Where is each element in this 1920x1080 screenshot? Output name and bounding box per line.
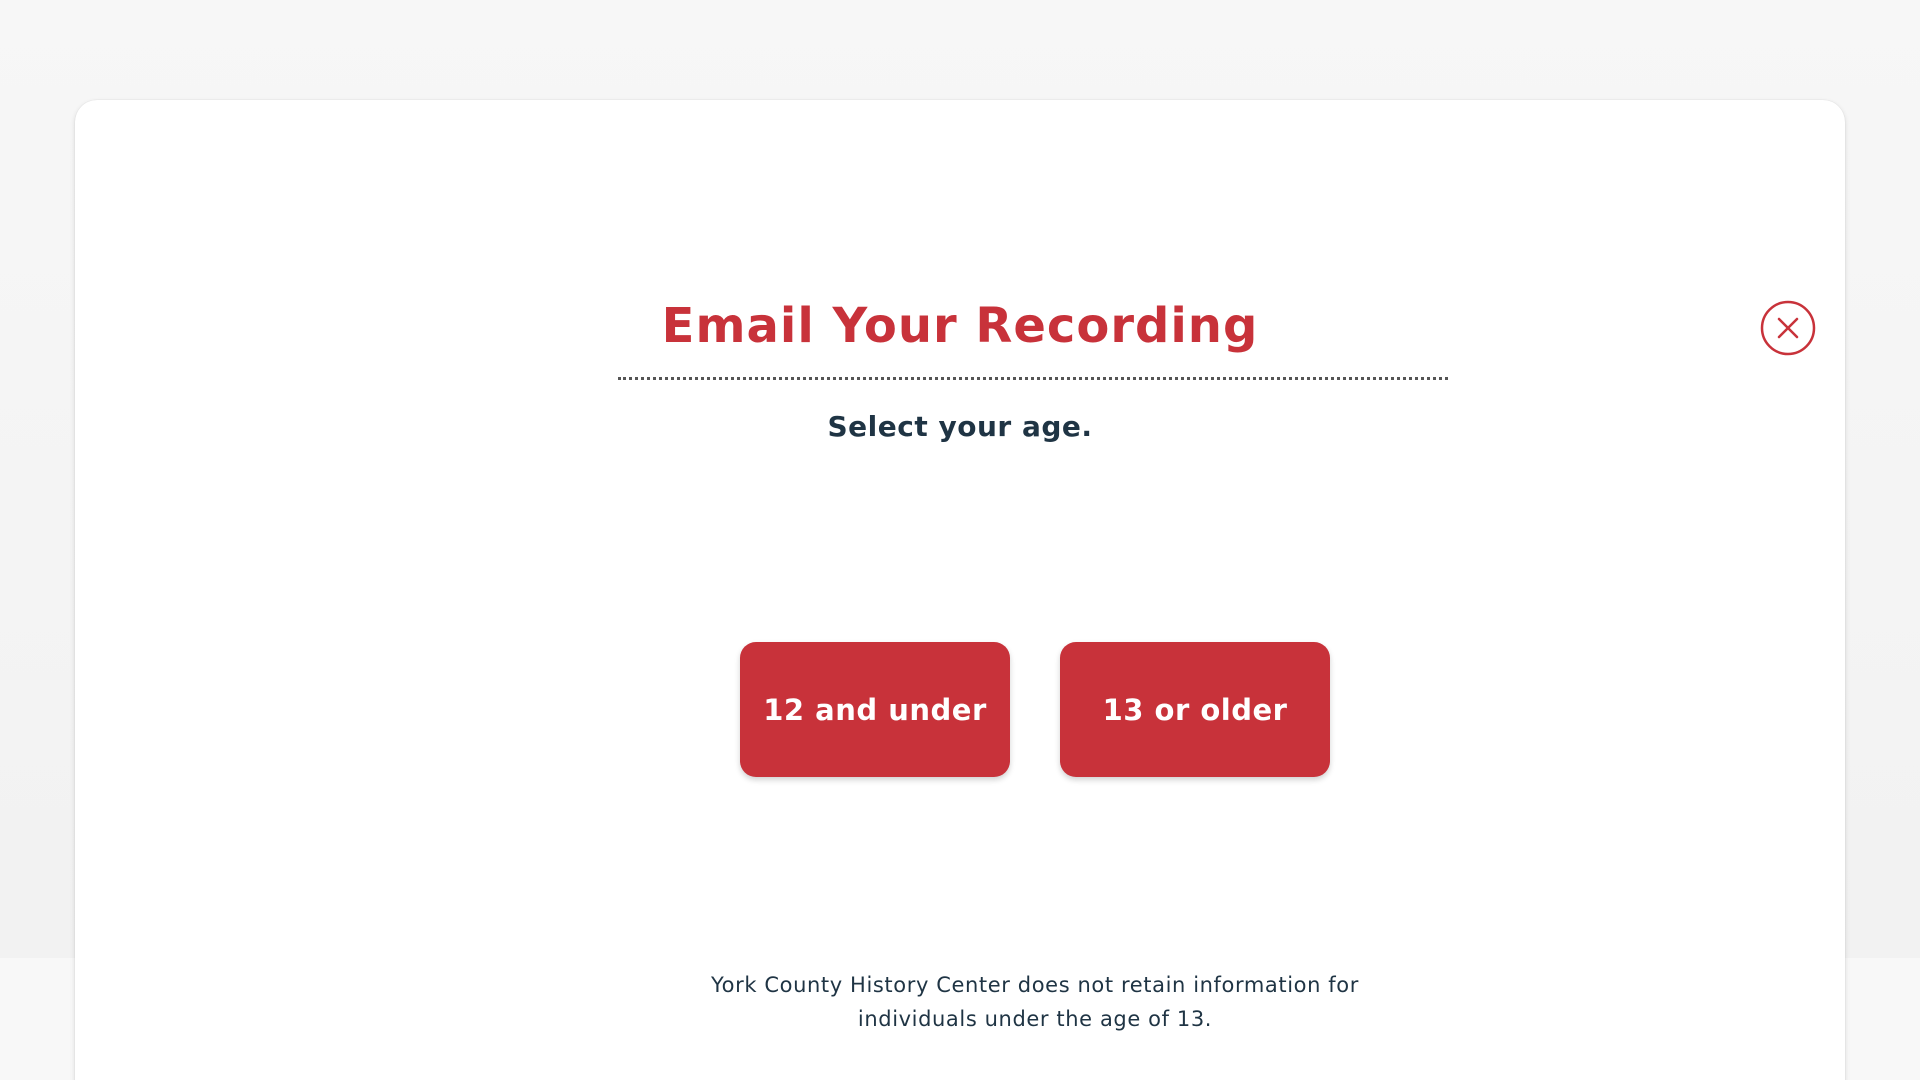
- close-circle-icon: [1760, 300, 1816, 356]
- title-divider: [618, 377, 1448, 380]
- modal-subtitle: Select your age.: [827, 410, 1093, 443]
- age-13-or-older-button[interactable]: 13 or older: [1060, 642, 1330, 777]
- close-button[interactable]: [1760, 300, 1816, 356]
- privacy-disclaimer: York County History Center does not reta…: [635, 968, 1435, 1036]
- age-12-and-under-button[interactable]: 12 and under: [740, 642, 1010, 777]
- email-recording-modal: Email Your Recording Select your age. 12…: [75, 100, 1845, 1080]
- disclaimer-line-2: individuals under the age of 13.: [857, 1007, 1213, 1031]
- modal-title: Email Your Recording: [661, 298, 1259, 354]
- disclaimer-line-1: York County History Center does not reta…: [711, 973, 1359, 997]
